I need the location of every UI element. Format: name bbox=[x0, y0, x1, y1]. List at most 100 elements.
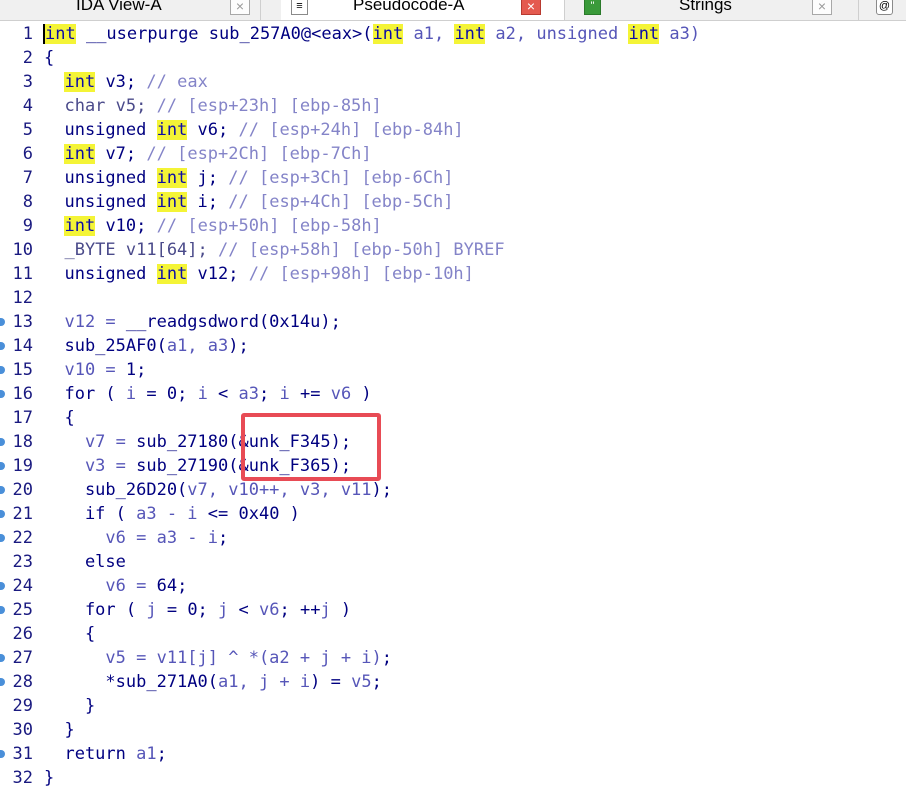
line-number: 26 bbox=[12, 624, 33, 644]
tab-bar: IDA View-A × ≡ Pseudocode-A × " Strings … bbox=[0, 0, 906, 21]
code-text[interactable]: int v10; // [esp+50h] [ebp-58h] bbox=[44, 214, 382, 238]
code-line[interactable]: 10 _BYTE v11[64]; // [esp+58h] [ebp-50h]… bbox=[0, 238, 906, 262]
code-line[interactable]: 3 int v3; // eax bbox=[0, 70, 906, 94]
line-number: 15 bbox=[12, 360, 33, 380]
highlighted-keyword: int bbox=[454, 24, 486, 44]
code-text[interactable]: _BYTE v11[64]; // [esp+58h] [ebp-50h] BY… bbox=[44, 238, 504, 262]
close-icon[interactable]: × bbox=[521, 0, 541, 15]
code-line[interactable]: 5 unsigned int v6; // [esp+24h] [ebp-84h… bbox=[0, 118, 906, 142]
code-text[interactable]: { bbox=[44, 46, 54, 70]
code-text[interactable]: unsigned int v12; // [esp+98h] [ebp-10h] bbox=[44, 262, 474, 286]
code-line[interactable]: 15 v10 = 1; bbox=[0, 358, 906, 382]
tab-pseudocode-a[interactable]: ≡ Pseudocode-A × bbox=[281, 0, 564, 20]
line-number: 10 bbox=[12, 240, 33, 260]
tab-divider bbox=[260, 0, 261, 20]
code-token: unsigned bbox=[44, 120, 157, 140]
code-line[interactable]: 7 unsigned int j; // [esp+3Ch] [ebp-6Ch] bbox=[0, 166, 906, 190]
code-token: v6; bbox=[187, 120, 239, 140]
code-text[interactable]: { bbox=[44, 622, 95, 646]
code-line[interactable]: 25 for ( j = 0; j < v6; ++j ) bbox=[0, 598, 906, 622]
code-line[interactable]: 11 unsigned int v12; // [esp+98h] [ebp-1… bbox=[0, 262, 906, 286]
code-line[interactable]: 21 if ( a3 - i <= 0x40 ) bbox=[0, 502, 906, 526]
code-token: { bbox=[44, 408, 75, 428]
code-text[interactable]: int __userpurge sub_257A0@<eax>(int a1, … bbox=[43, 22, 700, 46]
code-line[interactable]: 29 } bbox=[0, 694, 906, 718]
code-text[interactable]: return a1; bbox=[44, 742, 167, 766]
code-line[interactable]: 16 for ( i = 0; i < a3; i += v6 ) bbox=[0, 382, 906, 406]
code-line[interactable]: 20 sub_26D20(v7, v10++, v3, v11); bbox=[0, 478, 906, 502]
code-line[interactable]: 23 else bbox=[0, 550, 906, 574]
code-line[interactable]: 4 char v5; // [esp+23h] [ebp-85h] bbox=[0, 94, 906, 118]
code-line[interactable]: 32} bbox=[0, 766, 906, 790]
highlighted-keyword: int bbox=[43, 24, 76, 44]
code-line[interactable]: 26 { bbox=[0, 622, 906, 646]
code-line[interactable]: 31 return a1; bbox=[0, 742, 906, 766]
code-token: for ( bbox=[44, 384, 126, 404]
code-text[interactable]: for ( i = 0; i < a3; i += v6 ) bbox=[44, 382, 371, 406]
code-text[interactable]: { bbox=[44, 406, 75, 430]
code-line[interactable]: 17 { bbox=[0, 406, 906, 430]
code-text[interactable]: sub_26D20(v7, v10++, v3, v11); bbox=[44, 478, 392, 502]
code-line[interactable]: 27 v5 = v11[j] ^ *(a2 + j + i); bbox=[0, 646, 906, 670]
close-icon[interactable]: × bbox=[230, 0, 250, 15]
code-token: j bbox=[320, 600, 331, 620]
code-line[interactable]: 9 int v10; // [esp+50h] [ebp-58h] bbox=[0, 214, 906, 238]
tab-structures[interactable]: @ bbox=[866, 0, 906, 20]
code-text[interactable]: *sub_271A0(a1, j + i) = v5; bbox=[44, 670, 381, 694]
code-text[interactable]: } bbox=[44, 694, 95, 718]
code-line[interactable]: 2{ bbox=[0, 46, 906, 70]
code-text[interactable]: v6 = 64; bbox=[44, 574, 187, 598]
code-token: = 0; bbox=[136, 384, 198, 404]
close-icon[interactable]: × bbox=[812, 0, 832, 15]
code-text[interactable]: unsigned int i; // [esp+4Ch] [ebp-5Ch] bbox=[44, 190, 453, 214]
code-line[interactable]: 18 v7 = sub_27180(&unk_F345); bbox=[0, 430, 906, 454]
code-line[interactable]: 8 unsigned int i; // [esp+4Ch] [ebp-5Ch] bbox=[0, 190, 906, 214]
code-token: ) = bbox=[310, 672, 352, 692]
code-token: unsigned bbox=[44, 264, 157, 284]
code-line[interactable]: 19 v3 = sub_27190(&unk_F365); bbox=[0, 454, 906, 478]
code-token: ; bbox=[218, 528, 229, 548]
code-token: v12 = bbox=[44, 312, 126, 332]
strings-icon: " bbox=[584, 0, 601, 15]
code-text[interactable]: unsigned int j; // [esp+3Ch] [ebp-6Ch] bbox=[44, 166, 453, 190]
code-text[interactable]: unsigned int v6; // [esp+24h] [ebp-84h] bbox=[44, 118, 464, 142]
code-line[interactable]: 6 int v7; // [esp+2Ch] [ebp-7Ch] bbox=[0, 142, 906, 166]
code-token: *sub_271A0( bbox=[44, 672, 218, 692]
line-number: 1 bbox=[22, 24, 33, 44]
code-token: v3; bbox=[95, 72, 147, 92]
code-line[interactable]: 14 sub_25AF0(a1, a3); bbox=[0, 334, 906, 358]
tab-strings[interactable]: " Strings × bbox=[572, 0, 858, 20]
code-token: i bbox=[279, 384, 290, 404]
code-text[interactable]: v6 = a3 - i; bbox=[44, 526, 228, 550]
line-number: 6 bbox=[22, 144, 33, 164]
code-token: return bbox=[44, 744, 137, 764]
code-token: < bbox=[228, 600, 259, 620]
code-text[interactable]: v10 = 1; bbox=[44, 358, 146, 382]
code-text[interactable]: int v3; // eax bbox=[44, 70, 208, 94]
code-token: ); bbox=[371, 480, 393, 500]
code-token: ; bbox=[156, 744, 167, 764]
code-token: v6 bbox=[259, 600, 280, 620]
highlighted-keyword: int bbox=[156, 192, 188, 212]
code-line[interactable]: 22 v6 = a3 - i; bbox=[0, 526, 906, 550]
code-text[interactable]: for ( j = 0; j < v6; ++j ) bbox=[44, 598, 351, 622]
code-text[interactable]: v5 = v11[j] ^ *(a2 + j + i); bbox=[44, 646, 392, 670]
code-line[interactable]: 24 v6 = 64; bbox=[0, 574, 906, 598]
code-line[interactable]: 30 } bbox=[0, 718, 906, 742]
code-text[interactable]: if ( a3 - i <= 0x40 ) bbox=[44, 502, 300, 526]
code-text[interactable]: int v7; // [esp+2Ch] [ebp-7Ch] bbox=[44, 142, 372, 166]
code-token: = 0; bbox=[156, 600, 219, 620]
code-text[interactable]: v12 = __readgsdword(0x14u); bbox=[44, 310, 340, 334]
code-line[interactable]: 1 int __userpurge sub_257A0@<eax>(int a1,… bbox=[0, 22, 906, 46]
code-line[interactable]: 13 v12 = __readgsdword(0x14u); bbox=[0, 310, 906, 334]
code-text[interactable]: } bbox=[44, 718, 75, 742]
tab-ida-view-a[interactable]: IDA View-A × bbox=[0, 0, 260, 20]
code-text[interactable]: else bbox=[44, 550, 126, 574]
code-text[interactable]: } bbox=[44, 766, 54, 790]
code-token: } bbox=[44, 720, 75, 740]
code-text[interactable]: sub_25AF0(a1, a3); bbox=[44, 334, 248, 358]
code-text[interactable]: char v5; // [esp+23h] [ebp-85h] bbox=[44, 94, 381, 118]
code-line[interactable]: 28 *sub_271A0(a1, j + i) = v5; bbox=[0, 670, 906, 694]
code-line[interactable]: 12 bbox=[0, 286, 906, 310]
